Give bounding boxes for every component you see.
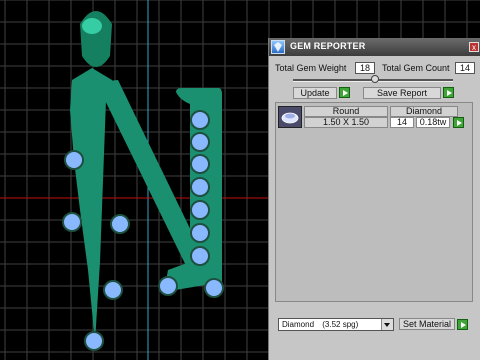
gem-weight-cell: 0.18tw [416,117,450,128]
gem-stone[interactable] [190,200,210,220]
material-select[interactable]: Diamond (3.52 spg) [278,318,394,331]
gem-stone[interactable] [204,278,224,298]
gem-stone[interactable] [62,212,82,232]
gem-shape-cell: Round [304,106,388,117]
gem-stone[interactable] [158,276,178,296]
gem-reporter-panel: GEM REPORTER x Total Gem Weight 18 Total… [268,38,480,360]
panel-title: GEM REPORTER [290,41,366,51]
gem-stone[interactable] [190,132,210,152]
gem-row-play-arrow-icon[interactable] [453,117,464,128]
gem-count-cell: 14 [390,117,414,128]
letter-n-model[interactable] [62,11,224,351]
round-gem-thumbnail [278,106,302,128]
gem-stone[interactable] [84,331,104,351]
gem-stone[interactable] [64,150,84,170]
close-icon[interactable]: x [469,42,479,52]
update-button[interactable]: Update [293,87,337,99]
set-material-button[interactable]: Set Material [399,318,455,330]
set-material-play-arrow-icon[interactable] [457,319,468,330]
slider-knob[interactable] [371,75,379,83]
save-report-button[interactable]: Save Report [363,87,441,99]
bail-highlight [82,18,102,34]
total-gem-weight-label: Total Gem Weight [275,63,347,73]
gem-stone[interactable] [110,214,130,234]
gem-stone[interactable] [190,177,210,197]
gem-stone[interactable] [103,280,123,300]
panel-titlebar[interactable]: GEM REPORTER x [269,38,480,56]
gem-stone[interactable] [190,223,210,243]
material-select-spec: (3.52 spg) [322,320,359,329]
gem-list[interactable]: Round 1.50 X 1.50 Diamond 14 0.18tw [275,102,473,302]
gem-size-cell: 1.50 X 1.50 [304,117,388,128]
total-gem-count-value: 14 [455,62,475,74]
total-gem-weight-value: 18 [355,62,375,74]
save-report-play-arrow-icon[interactable] [443,87,454,98]
material-select-value: Diamond [282,320,315,329]
gem-reporter-app-icon [271,40,285,54]
gem-stone[interactable] [190,154,210,174]
left-stroke [70,68,112,342]
total-gem-count-label: Total Gem Count [382,63,450,73]
gem-stone[interactable] [190,110,210,130]
update-play-arrow-icon[interactable] [339,87,350,98]
chevron-down-icon[interactable] [381,319,393,330]
gem-stone[interactable] [190,246,210,266]
gem-material-cell: Diamond [390,106,458,117]
